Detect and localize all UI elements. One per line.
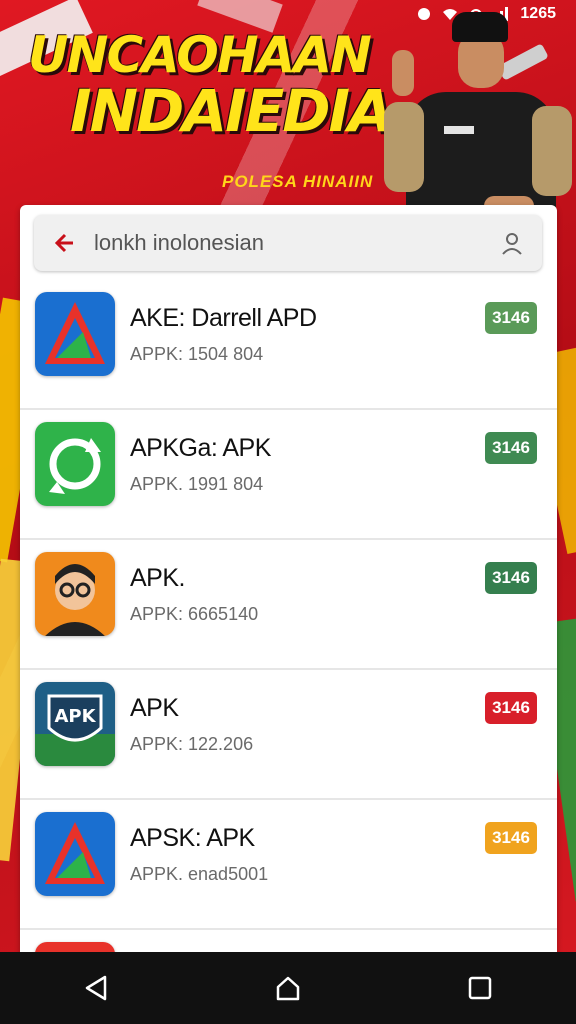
search-bar[interactable]: lonkh inolonesian [34, 215, 542, 271]
triangle-a-icon [35, 292, 115, 376]
person-sleeve [532, 106, 572, 196]
banner-title-line2: INDAIEDIA [70, 77, 393, 145]
banner-title: UNCAOHAAN INDAIEDIA [28, 30, 408, 140]
apk-shield-icon: APK [35, 682, 115, 766]
list-item[interactable]: APK. APPK: 6665140 3146 [20, 540, 557, 670]
app-name: APKGa: APK [130, 434, 271, 462]
app-tag-button[interactable]: 3146 [485, 692, 537, 724]
app-name: APK. [130, 564, 185, 592]
banner-person-illustration [384, 6, 574, 236]
person-sleeve [384, 102, 424, 192]
app-name: APK [130, 694, 179, 722]
app-subtitle: APPK. 1991 804 [130, 474, 264, 494]
search-input[interactable]: lonkh inolonesian [94, 230, 498, 256]
list-item[interactable]: APSK: APK APPK. enad5001 3146 [20, 800, 557, 930]
app-tag-button[interactable]: 3146 [485, 432, 537, 464]
app-name: AKE: Darrell APD [130, 304, 317, 332]
recents-icon[interactable] [450, 958, 510, 1018]
app-subtitle: APPK: 122.206 [130, 734, 254, 754]
app-tag-button[interactable]: 3146 [485, 822, 537, 854]
person-badge [444, 126, 474, 134]
list-item[interactable]: APKGa: APK APPK. 1991 804 3146 [20, 410, 557, 540]
list-item[interactable]: AKE: Darrell APD APPK: 1504 804 3146 [20, 280, 557, 410]
back-arrow-icon[interactable] [50, 229, 78, 257]
app-subtitle: APPK: 6665140 [130, 604, 259, 624]
app-list-card: lonkh inolonesian AKE: Darrell APD APPK:… [20, 205, 557, 965]
home-icon[interactable] [258, 958, 318, 1018]
svg-text:APK: APK [54, 706, 96, 727]
banner-prop [497, 43, 549, 81]
app-list: AKE: Darrell APD APPK: 1504 804 3146 APK… [20, 280, 557, 965]
app-tag-button[interactable]: 3146 [485, 562, 537, 594]
app-name: APSK: APK [130, 824, 255, 852]
person-hand [392, 50, 414, 96]
banner-subtitle: POLESA HINAIIN [222, 172, 374, 191]
back-icon[interactable] [66, 958, 126, 1018]
app-subtitle: APPK: 1504 804 [130, 344, 264, 364]
list-item[interactable]: APK APK APPK: 122.206 3146 [20, 670, 557, 800]
navigation-bar [0, 952, 576, 1024]
person-hat [452, 12, 508, 42]
triangle-a-icon [35, 812, 115, 896]
app-tag-button[interactable]: 3146 [485, 302, 537, 334]
refresh-circle-icon [35, 422, 115, 506]
avatar-glasses-icon [35, 552, 115, 636]
app-subtitle: APPK. enad5001 [130, 864, 269, 884]
profile-icon[interactable] [498, 229, 526, 257]
banner-title-line1: UNCAOHAAN [28, 26, 372, 84]
